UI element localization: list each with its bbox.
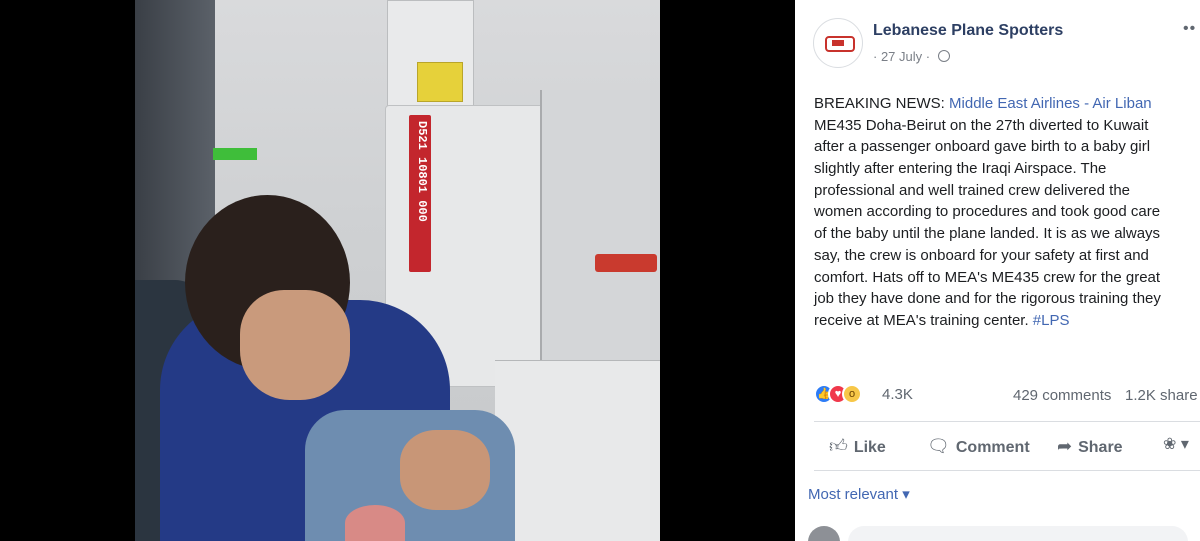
post-text-line: professional and well trained crew deliv…: [814, 181, 1131, 199]
post-text-line: ME435 Doha-Beirut on the 27th diverted t…: [814, 116, 1149, 134]
comment-bubble: [848, 526, 1188, 541]
photo-red-strap: D521 10801 000: [409, 115, 431, 272]
photo-baby: [345, 505, 405, 541]
post-photo[interactable]: D521 10801 000: [135, 0, 660, 541]
photo-yellow-panel: [417, 62, 463, 102]
post-text-line: women according to procedures and took g…: [814, 203, 1161, 221]
wow-reaction-icon: o: [842, 384, 862, 404]
post-text-segment: BREAKING NEWS:: [814, 95, 950, 112]
post-text: BREAKING NEWS: Middle East Airlines - Ai…: [814, 93, 1200, 332]
photo-red-handle: [595, 254, 657, 272]
comment-label: Comment: [955, 439, 1030, 456]
share-label: Share: [1078, 439, 1123, 456]
post-date[interactable]: 27 July: [881, 49, 922, 64]
divider: [814, 470, 1200, 471]
post-text-line: comfort. Hats off to MEA's ME435 crew fo…: [814, 268, 1161, 286]
speech-bubble-icon: 🗨: [927, 436, 950, 456]
strap-text: D521 10801 000: [415, 121, 429, 222]
post-side-panel: Lebanese Plane Spotters · 27 July · •• B…: [795, 0, 1200, 541]
comments-count-link[interactable]: 429 comments: [1013, 387, 1111, 404]
chevron-down-icon: ▾: [1180, 436, 1189, 453]
shares-count-link[interactable]: 1.2K share: [1125, 387, 1198, 404]
more-options-icon[interactable]: ••: [1183, 20, 1196, 38]
photo-hand: [400, 430, 490, 510]
divider: [814, 421, 1200, 422]
share-button[interactable]: ➦ Share: [1057, 433, 1123, 459]
post-text-line: receive at MEA's training center. #LPS: [814, 310, 1200, 332]
photo-galley-door: [540, 90, 660, 360]
commenter-avatar[interactable]: [808, 526, 840, 541]
reaction-picker[interactable]: ❀ ▾: [1163, 434, 1189, 454]
share-arrow-icon: ➦: [1057, 436, 1073, 456]
post-text-line: say, the crew is onboard for your safety…: [814, 246, 1149, 264]
post-text-line: job they have done and for the rigorous …: [814, 290, 1161, 308]
like-label: Like: [853, 439, 886, 456]
reaction-count: 4.3K: [882, 386, 913, 403]
globe-icon: [937, 50, 950, 62]
photo-green-light: [213, 148, 257, 160]
like-button[interactable]: 👍︎ Like: [829, 433, 886, 459]
post-text-line: after a passenger onboard gave birth to …: [814, 138, 1151, 156]
airline-page-link[interactable]: Middle East Airlines - Air Liban: [949, 95, 1152, 112]
post-meta: · 27 July ·: [873, 49, 950, 64]
post-text-line: slightly after entering the Iraqi Airspa…: [814, 160, 1107, 178]
post-text-line: of the baby until the plane landed. It i…: [814, 225, 1161, 243]
comment-button[interactable]: 🗨 Comment: [927, 433, 1030, 459]
reaction-avatar-icon: ❀: [1163, 436, 1177, 453]
photo-crew-face: [240, 290, 350, 400]
post-text-segment: receive at MEA's training center.: [814, 311, 1033, 329]
hashtag-link[interactable]: #LPS: [1033, 312, 1070, 329]
comment-sort-dropdown[interactable]: Most relevant ▾: [808, 485, 910, 503]
photo-viewer: D521 10801 000: [0, 0, 795, 541]
page-avatar[interactable]: [813, 18, 863, 68]
post-text-line: BREAKING NEWS: Middle East Airlines - Ai…: [814, 93, 1200, 115]
comment-preview: [808, 526, 1188, 541]
photo-lower-panel: [495, 360, 660, 541]
page-name-link[interactable]: Lebanese Plane Spotters: [873, 22, 1063, 40]
thumbs-up-icon: 👍︎: [829, 436, 848, 456]
